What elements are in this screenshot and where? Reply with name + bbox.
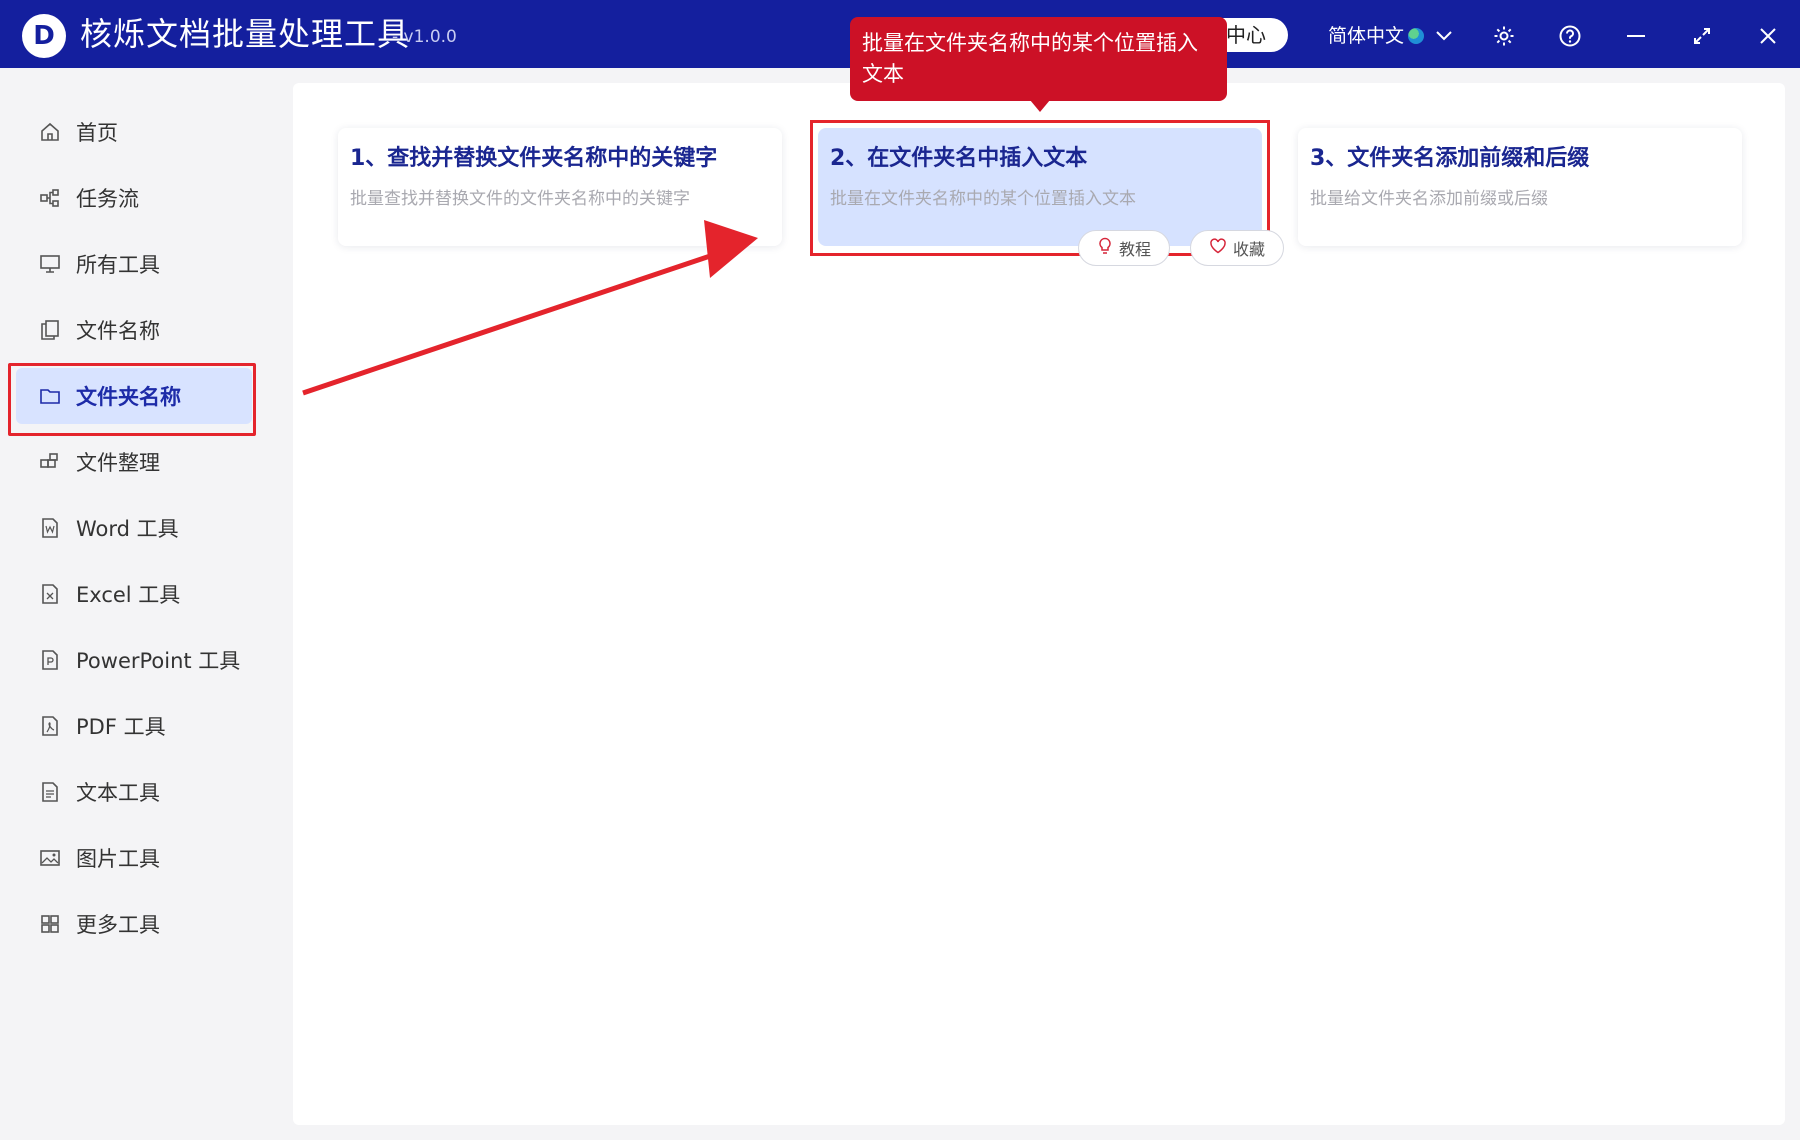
sidebar-item-label: 文件夹名称 [76, 385, 181, 409]
language-label: 简体中文 [1328, 25, 1405, 47]
sidebar-item-image-tools[interactable]: 图片工具 [16, 830, 252, 886]
home-icon [38, 120, 62, 144]
annotation-arrow [302, 220, 758, 396]
language-selector[interactable]: 简体中文 [1328, 22, 1425, 50]
gear-icon[interactable] [1488, 20, 1520, 52]
tooltip-arrow [1030, 100, 1050, 112]
close-icon[interactable] [1752, 20, 1784, 52]
sidebar-item-word-tools[interactable]: Word 工具 [16, 500, 252, 556]
minimize-icon[interactable] [1620, 20, 1652, 52]
tooltip: 批量在文件夹名称中的某个位置插入文本 [850, 17, 1227, 101]
favorite-label: 收藏 [1233, 240, 1266, 259]
sidebar-item-all-tools[interactable]: 所有工具 [16, 236, 252, 292]
app-title: 核烁文档批量处理工具 [80, 15, 411, 53]
card-description: 批量查找并替换文件的文件夹名称中的关键字 [350, 189, 690, 209]
sidebar-item-home[interactable]: 首页 [16, 104, 252, 160]
sidebar-item-label: 所有工具 [76, 253, 160, 277]
word-file-icon [38, 516, 62, 540]
workflow-icon [38, 186, 62, 210]
help-icon[interactable] [1554, 20, 1586, 52]
sidebar-item-ppt-tools[interactable]: PowerPoint 工具 [16, 632, 252, 688]
sidebar: 首页 任务流 所有工具 文件名称 文件夹名称 文件整理 Word 工具 Exce… [0, 68, 252, 1140]
sidebar-item-more-tools[interactable]: 更多工具 [16, 896, 252, 952]
pdf-file-icon [38, 714, 62, 738]
sidebar-item-label: 文本工具 [76, 781, 160, 805]
sidebar-item-label: PowerPoint 工具 [76, 649, 241, 673]
chevron-down-icon[interactable] [1428, 20, 1460, 52]
excel-file-icon [38, 582, 62, 606]
monitor-icon [38, 252, 62, 276]
sidebar-item-folder-name[interactable]: 文件夹名称 [16, 368, 252, 424]
folder-icon [38, 384, 62, 408]
sidebar-item-label: 任务流 [76, 187, 139, 211]
ppt-file-icon [38, 648, 62, 672]
favorite-button[interactable]: 收藏 [1190, 230, 1285, 266]
sidebar-item-pdf-tools[interactable]: PDF 工具 [16, 698, 252, 754]
sidebar-item-text-tools[interactable]: 文本工具 [16, 764, 252, 820]
organize-icon [38, 450, 62, 474]
tutorial-button[interactable]: 教程 [1078, 230, 1171, 266]
card-title: 1、查找并替换文件夹名称中的关键字 [350, 146, 718, 171]
maximize-icon[interactable] [1686, 20, 1718, 52]
sidebar-item-excel-tools[interactable]: Excel 工具 [16, 566, 252, 622]
sidebar-item-file-organize[interactable]: 文件整理 [16, 434, 252, 490]
sidebar-item-file-name[interactable]: 文件名称 [16, 302, 252, 358]
sidebar-item-label: Word 工具 [76, 517, 179, 541]
card-description: 批量在文件夹名称中的某个位置插入文本 [830, 189, 1136, 209]
sidebar-item-label: Excel 工具 [76, 583, 181, 607]
bulb-icon [1097, 237, 1113, 259]
tool-card-prefix-suffix[interactable]: 3、文件夹名添加前缀和后缀 批量给文件夹名添加前缀或后缀 [1298, 128, 1742, 246]
sidebar-item-label: 首页 [76, 121, 118, 145]
card-title: 2、在文件夹名中插入文本 [830, 146, 1088, 171]
app-logo-icon: D [22, 14, 66, 58]
heart-icon [1209, 238, 1227, 258]
card-description: 批量给文件夹名添加前缀或后缀 [1310, 189, 1548, 209]
text-file-icon [38, 780, 62, 804]
sidebar-item-label: PDF 工具 [76, 715, 166, 739]
app-version: - v1.0.0 [392, 27, 457, 47]
image-icon [38, 846, 62, 870]
globe-icon [1408, 28, 1425, 44]
tool-card-insert-text[interactable]: 2、在文件夹名中插入文本 批量在文件夹名称中的某个位置插入文本 [818, 128, 1262, 246]
sidebar-item-label: 更多工具 [76, 913, 160, 937]
card-title: 3、文件夹名添加前缀和后缀 [1310, 146, 1590, 171]
file-copy-icon [38, 318, 62, 342]
tutorial-label: 教程 [1119, 240, 1152, 259]
sidebar-item-label: 文件名称 [76, 319, 160, 343]
sidebar-item-label: 文件整理 [76, 451, 160, 475]
sidebar-item-label: 图片工具 [76, 847, 160, 871]
sidebar-item-workflow[interactable]: 任务流 [16, 170, 252, 226]
grid-icon [38, 912, 62, 936]
